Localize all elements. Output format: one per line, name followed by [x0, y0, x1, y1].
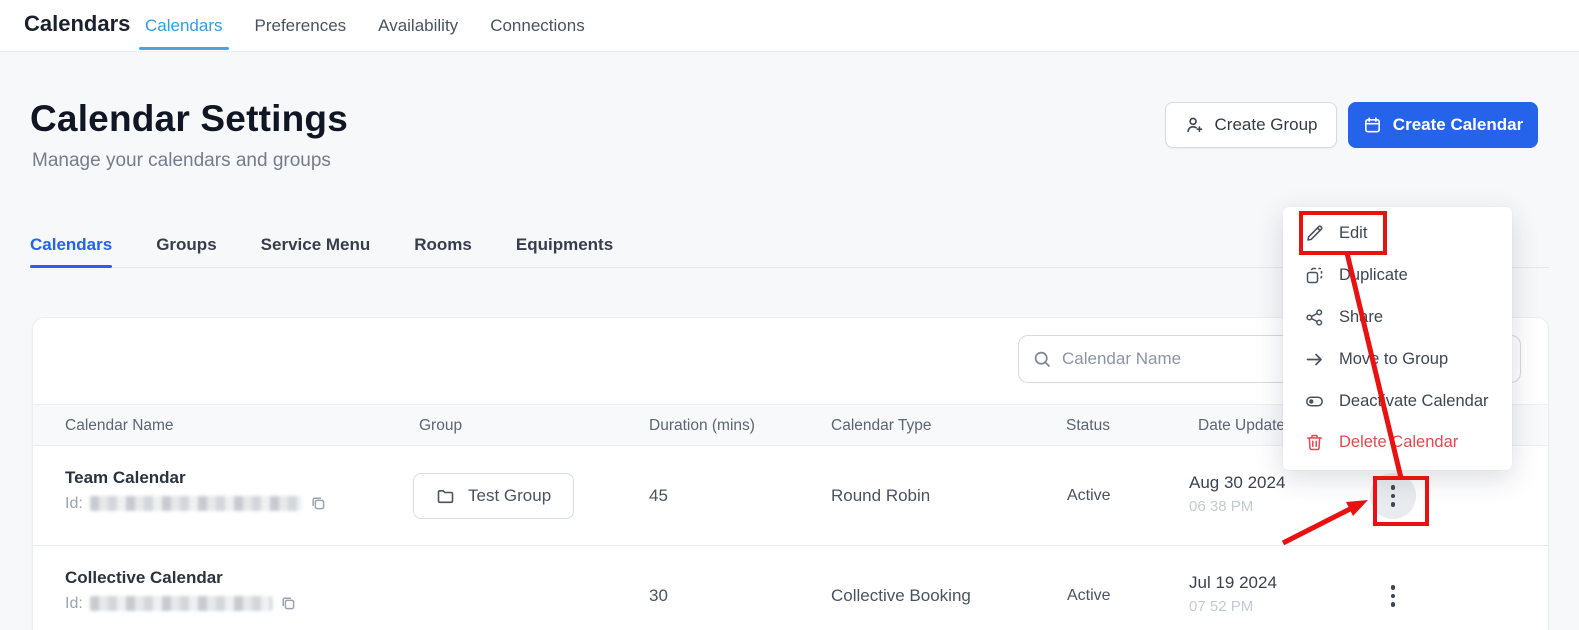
- page-title: Calendar Settings: [30, 98, 348, 140]
- copy-icon[interactable]: [309, 494, 328, 513]
- calendar-type-value: Round Robin: [831, 486, 930, 506]
- topnav-tab-calendars[interactable]: Calendars: [143, 0, 225, 52]
- redacted-id: [90, 596, 272, 611]
- group-chip-label: Test Group: [468, 486, 551, 506]
- create-calendar-button[interactable]: Create Calendar: [1348, 102, 1538, 148]
- kebab-dot: [1391, 485, 1396, 490]
- row-menu-button[interactable]: [1370, 473, 1416, 519]
- user-plus-icon: [1185, 116, 1204, 135]
- menu-item-label: Edit: [1339, 224, 1367, 243]
- id-label: Id:: [65, 495, 83, 513]
- share-icon: [1305, 308, 1324, 327]
- menu-item-label: Deactivate Calendar: [1339, 392, 1489, 411]
- date-updated-value: Aug 30 2024: [1189, 473, 1285, 493]
- calendar-name: Collective Calendar: [65, 568, 223, 588]
- group-chip[interactable]: Test Group: [413, 473, 574, 519]
- kebab-dot: [1391, 585, 1396, 590]
- topnav-tab-connections[interactable]: Connections: [488, 0, 587, 52]
- subtab-service-menu[interactable]: Service Menu: [261, 222, 371, 267]
- calendar-icon: [1363, 116, 1382, 135]
- status-value: Active: [1067, 587, 1111, 605]
- calendar-name: Team Calendar: [65, 468, 186, 488]
- menu-item-label: Delete Calendar: [1339, 433, 1458, 452]
- arrow-right-icon: [1305, 350, 1324, 369]
- menu-item-label: Share: [1339, 308, 1383, 327]
- col-status: Status: [1066, 417, 1110, 435]
- date-updated-value: Jul 19 2024: [1189, 573, 1277, 593]
- topnav-tab-preferences[interactable]: Preferences: [253, 0, 349, 52]
- menu-item-delete-calendar[interactable]: Delete Calendar: [1283, 422, 1512, 464]
- status-value: Active: [1067, 487, 1111, 505]
- page-subtitle: Manage your calendars and groups: [32, 150, 331, 172]
- col-date-updated: Date Updated: [1198, 417, 1294, 435]
- top-bar: Calendars Calendars Preferences Availabi…: [0, 0, 1579, 52]
- menu-item-deactivate-calendar[interactable]: Deactivate Calendar: [1283, 380, 1512, 422]
- kebab-dot: [1391, 594, 1396, 599]
- col-calendar-type: Calendar Type: [831, 417, 932, 435]
- pencil-icon: [1305, 224, 1324, 243]
- menu-item-edit[interactable]: Edit: [1283, 213, 1512, 255]
- create-group-label: Create Group: [1215, 115, 1318, 135]
- time-updated-value: 07 52 PM: [1189, 598, 1253, 615]
- top-nav: Calendars Preferences Availability Conne…: [143, 0, 587, 52]
- menu-item-label: Move to Group: [1339, 350, 1448, 369]
- create-group-button[interactable]: Create Group: [1165, 102, 1337, 148]
- table-row: Collective Calendar Id: 30 Collective Bo…: [33, 546, 1548, 630]
- col-duration: Duration (mins): [649, 417, 755, 435]
- context-menu: Edit Duplicate Share Move to Group: [1283, 207, 1512, 470]
- id-label: Id:: [65, 595, 83, 613]
- app-title: Calendars: [24, 11, 130, 37]
- duration-value: 45: [649, 486, 668, 506]
- redacted-id: [90, 496, 302, 511]
- col-calendar-name: Calendar Name: [65, 417, 174, 435]
- search-icon: [1033, 350, 1052, 369]
- folder-icon: [436, 487, 455, 506]
- topnav-tab-availability[interactable]: Availability: [376, 0, 460, 52]
- subtab-calendars[interactable]: Calendars: [30, 222, 112, 267]
- menu-item-duplicate[interactable]: Duplicate: [1283, 255, 1512, 297]
- subtab-equipments[interactable]: Equipments: [516, 222, 613, 267]
- time-updated-value: 06 38 PM: [1189, 498, 1253, 515]
- col-group: Group: [419, 417, 462, 435]
- calendar-type-value: Collective Booking: [831, 586, 971, 606]
- copy-icon[interactable]: [279, 594, 298, 613]
- duration-value: 30: [649, 586, 668, 606]
- calendar-id: Id:: [65, 594, 298, 613]
- menu-item-label: Duplicate: [1339, 266, 1408, 285]
- kebab-dot: [1391, 602, 1396, 607]
- kebab-dot: [1391, 494, 1396, 499]
- menu-item-move-to-group[interactable]: Move to Group: [1283, 338, 1512, 380]
- calendar-id: Id:: [65, 494, 328, 513]
- row-menu-button[interactable]: [1370, 573, 1416, 619]
- menu-item-share[interactable]: Share: [1283, 297, 1512, 339]
- trash-icon: [1305, 433, 1324, 452]
- subtab-rooms[interactable]: Rooms: [414, 222, 472, 267]
- toggle-icon: [1305, 392, 1324, 411]
- create-calendar-label: Create Calendar: [1393, 115, 1523, 135]
- kebab-dot: [1391, 502, 1396, 507]
- subtab-groups[interactable]: Groups: [156, 222, 216, 267]
- duplicate-icon: [1305, 266, 1324, 285]
